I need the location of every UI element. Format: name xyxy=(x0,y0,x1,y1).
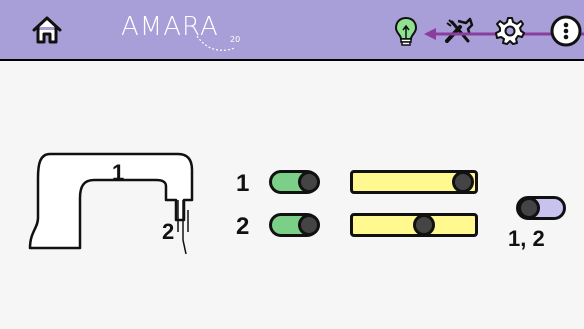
home-icon[interactable] xyxy=(30,14,64,46)
top-bar: AMARA 20 xyxy=(0,0,584,61)
channel-2-slider[interactable] xyxy=(350,213,478,237)
combined-toggle-knob xyxy=(518,197,540,219)
channel-2-slider-thumb[interactable] xyxy=(413,214,435,236)
channel-1-slider-thumb[interactable] xyxy=(452,171,474,193)
channel-1-toggle-knob xyxy=(298,171,320,193)
machine-needle-label: 2 xyxy=(162,219,175,244)
channel-2-toggle[interactable] xyxy=(269,213,320,237)
brand-suffix: 20 xyxy=(230,35,241,44)
gear-icon[interactable] xyxy=(495,16,525,46)
channel-1-label: 1 xyxy=(236,170,250,197)
machine-head-label: 1 xyxy=(112,160,125,185)
channel-1-slider[interactable] xyxy=(350,170,478,194)
combined-toggle[interactable] xyxy=(516,196,566,220)
channel-1-toggle[interactable] xyxy=(269,170,320,194)
lightbulb-icon[interactable] xyxy=(394,16,418,48)
channel-2-label: 2 xyxy=(236,213,250,240)
more-icon[interactable] xyxy=(546,14,584,48)
combined-label: 1, 2 xyxy=(508,226,545,251)
channel-2-toggle-knob xyxy=(298,214,320,236)
